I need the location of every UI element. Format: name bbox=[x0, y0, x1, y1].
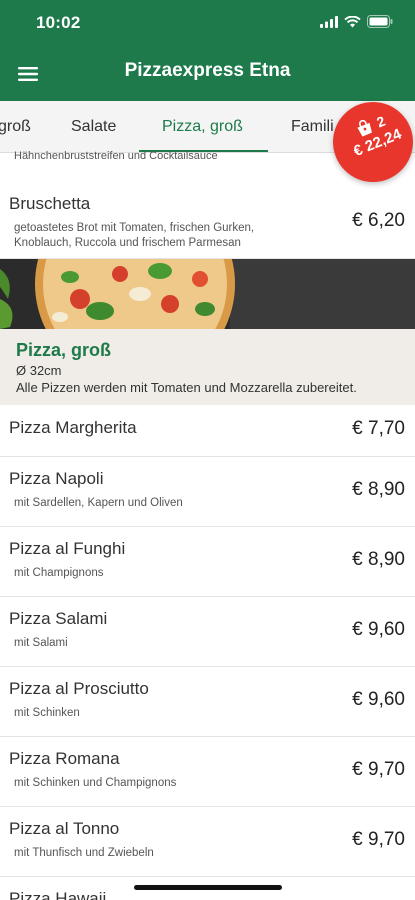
item-description: mit Schinken und Champignons bbox=[14, 777, 177, 789]
item-description: mit Schinken bbox=[14, 707, 80, 719]
item-price: € 6,20 bbox=[352, 210, 405, 231]
tab-pizza-gross[interactable]: Pizza, groß bbox=[162, 118, 243, 136]
item-name: Pizza al Funghi bbox=[9, 539, 126, 558]
menu-item-pizza-romana[interactable]: Pizza Romana mit Schinken und Champignon… bbox=[0, 737, 415, 807]
nav-bar: Pizzaexpress Etna bbox=[0, 46, 415, 101]
item-price: € 9,70 bbox=[352, 829, 405, 850]
battery-icon bbox=[367, 15, 393, 28]
tab-familie-partial[interactable]: Famili bbox=[291, 118, 334, 136]
pizza-banner-image bbox=[0, 259, 415, 329]
item-name: Pizza Salami bbox=[9, 609, 108, 628]
item-name: Pizza Hawaii bbox=[9, 889, 107, 900]
section-note: Alle Pizzen werden mit Tomaten und Mozza… bbox=[16, 380, 357, 395]
item-name: Pizza al Tonno bbox=[9, 819, 120, 838]
home-indicator bbox=[134, 885, 282, 890]
app-header: 10:02 Pizzaexpress Etna bbox=[0, 0, 415, 101]
section-header-pizza-gross: Pizza, groß Ø 32cm Alle Pizzen werden mi… bbox=[0, 329, 415, 405]
item-price: € 7,70 bbox=[352, 418, 405, 439]
menu-item-pizza-margherita[interactable]: Pizza Margherita € 7,70 bbox=[0, 405, 415, 457]
item-description: mit Salami bbox=[14, 637, 68, 649]
item-price: € 8,90 bbox=[352, 479, 405, 500]
signal-icon bbox=[320, 15, 338, 28]
item-price: € 9,60 bbox=[352, 619, 405, 640]
partial-item-description: Hähnchenbruststreifen und Cocktailsauce bbox=[14, 150, 218, 162]
item-description: mit Champignons bbox=[14, 567, 104, 579]
item-name: Pizza Romana bbox=[9, 749, 120, 768]
menu-item-pizza-salami[interactable]: Pizza Salami mit Salami € 9,60 bbox=[0, 597, 415, 667]
item-name: Pizza al Prosciutto bbox=[9, 679, 149, 698]
menu-item-pizza-al-tonno[interactable]: Pizza al Tonno mit Thunfisch und Zwiebel… bbox=[0, 807, 415, 877]
item-description-line-2: Knoblauch, Ruccola und frischem Parmesan bbox=[14, 237, 241, 249]
wifi-icon bbox=[344, 15, 361, 27]
item-description: mit Thunfisch und Zwiebeln bbox=[14, 847, 154, 859]
cart-count: 2 bbox=[374, 112, 388, 130]
item-price: € 9,60 bbox=[352, 689, 405, 710]
item-name: Pizza Napoli bbox=[9, 469, 104, 488]
menu-item-pizza-al-funghi[interactable]: Pizza al Funghi mit Champignons € 8,90 bbox=[0, 527, 415, 597]
section-size: Ø 32cm bbox=[16, 363, 62, 378]
section-title: Pizza, groß bbox=[16, 340, 112, 360]
app-title: Pizzaexpress Etna bbox=[124, 60, 291, 81]
item-name: Bruschetta bbox=[9, 194, 91, 213]
tab-salate[interactable]: Salate bbox=[71, 118, 116, 136]
item-price: € 8,90 bbox=[352, 549, 405, 570]
tab-gross-partial[interactable]: groß bbox=[0, 118, 31, 136]
status-time: 10:02 bbox=[36, 13, 81, 32]
cart-button[interactable]: 2 € 22,24 bbox=[333, 102, 413, 182]
item-description: mit Sardellen, Kapern und Oliven bbox=[14, 497, 183, 509]
item-price: € 9,70 bbox=[352, 759, 405, 780]
item-name: Pizza Margherita bbox=[9, 418, 137, 437]
menu-item-pizza-al-prosciutto[interactable]: Pizza al Prosciutto mit Schinken € 9,60 bbox=[0, 667, 415, 737]
status-icons bbox=[320, 15, 393, 28]
status-bar: 10:02 bbox=[0, 0, 415, 46]
menu-item-bruschetta[interactable]: Bruschetta getoastetes Brot mit Tomaten,… bbox=[0, 178, 415, 259]
menu-item-pizza-napoli[interactable]: Pizza Napoli mit Sardellen, Kapern und O… bbox=[0, 457, 415, 527]
item-description-line-1: getoastetes Brot mit Tomaten, frischen G… bbox=[14, 222, 255, 234]
